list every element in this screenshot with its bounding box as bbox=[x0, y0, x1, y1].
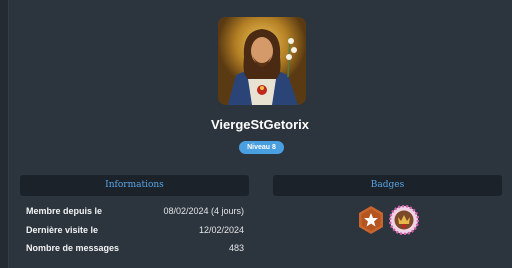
info-label: Nombre de messages bbox=[26, 243, 120, 253]
info-value: 08/02/2024 (4 jours) bbox=[163, 206, 244, 216]
informations-header: Informations bbox=[20, 175, 249, 196]
crowned-round-badge-icon[interactable] bbox=[389, 205, 419, 235]
info-row-last-visit: Dernière visite le 12/02/2024 bbox=[26, 223, 244, 237]
info-label: Dernière visite le bbox=[26, 225, 99, 235]
info-row-member-since: Membre depuis le 08/02/2024 (4 jours) bbox=[26, 204, 244, 218]
info-value: 483 bbox=[228, 243, 244, 253]
religious-portrait-avatar-icon bbox=[218, 17, 306, 105]
badges-header: Badges bbox=[273, 175, 502, 196]
level-badge: Niveau 8 bbox=[239, 141, 284, 154]
info-row-message-count: Nombre de messages 483 bbox=[26, 241, 244, 255]
info-value: 12/02/2024 bbox=[198, 225, 244, 235]
username: ViergeStGetorix bbox=[210, 117, 310, 132]
info-label: Membre depuis le bbox=[26, 206, 103, 216]
star-hexagon-badge-icon[interactable] bbox=[356, 205, 386, 235]
avatar[interactable] bbox=[218, 17, 306, 105]
